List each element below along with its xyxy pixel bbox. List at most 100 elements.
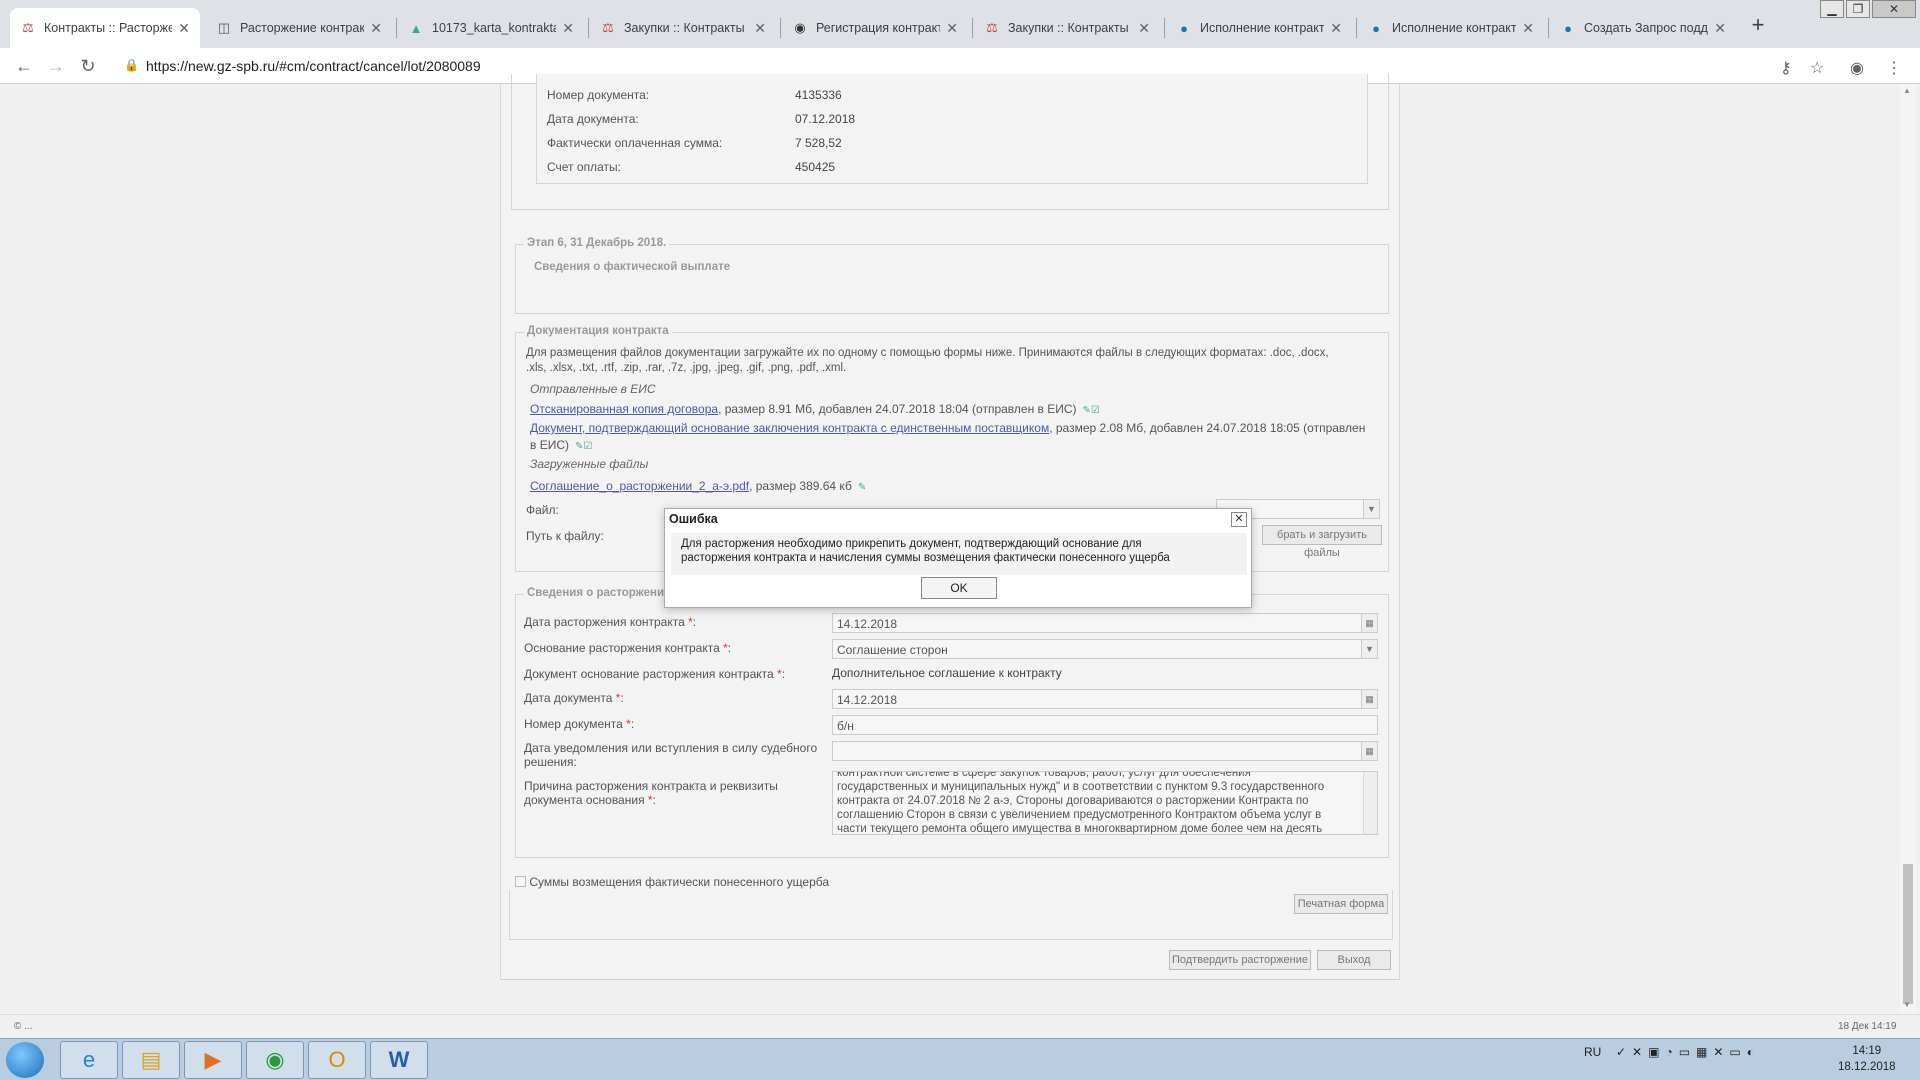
- close-icon[interactable]: ✕: [946, 20, 958, 37]
- payment-account-value: 450425: [795, 160, 836, 174]
- tab-contract-execution-2[interactable]: ● Исполнение контракта ✕: [1358, 8, 1544, 48]
- tab-zakupki-contracts-1[interactable]: ⚖ Закупки :: Контракты н ✕: [590, 8, 776, 48]
- textarea-scrollbar[interactable]: [1363, 772, 1377, 834]
- system-clock[interactable]: 14:19 18.12.2018: [1838, 1043, 1896, 1075]
- dialog-ok-button[interactable]: OK: [921, 577, 997, 599]
- exit-button[interactable]: Выход: [1317, 950, 1391, 970]
- tray-icons[interactable]: ✓✕▣◔▭▦✕▭◐: [1616, 1045, 1760, 1059]
- close-icon[interactable]: ✕: [562, 20, 574, 37]
- termination-date-input[interactable]: 14.12.2018 ▦: [832, 613, 1378, 633]
- damages-checkbox[interactable]: [515, 876, 526, 888]
- drive-icon: ▲: [409, 20, 423, 36]
- profile-icon[interactable]: ◉: [1850, 58, 1864, 78]
- termination-basis-select[interactable]: Соглашение сторон ▼: [832, 639, 1378, 659]
- tab-cancel-contract[interactable]: ◫ Расторжение контракт ✕: [206, 8, 392, 48]
- close-icon[interactable]: ✕: [178, 20, 190, 37]
- tab-contract-registration[interactable]: ◉ Регистрация контракта ✕: [782, 8, 968, 48]
- notice-date-label-cont: решения:: [524, 755, 577, 769]
- reason-textarea[interactable]: контрактной системе в сфере закупок това…: [832, 771, 1378, 835]
- stage6-subheading: Сведения о фактической выплате: [534, 261, 731, 273]
- scroll-up-icon[interactable]: ▲: [1903, 86, 1911, 95]
- docs-legend: Документация контракта: [524, 325, 672, 337]
- payment-doc-date-label: Дата документа:: [547, 112, 639, 126]
- tab-zakupki-contracts-2[interactable]: ⚖ Закупки :: Контракты н ✕: [974, 8, 1160, 48]
- scroll-down-icon[interactable]: ▼: [1903, 1000, 1911, 1009]
- close-icon[interactable]: ✕: [370, 20, 382, 37]
- minimize-button[interactable]: ▁: [1820, 0, 1844, 18]
- status-datetime: 18 Дек 14:19: [1838, 1021, 1897, 1032]
- notice-date-label: Дата уведомления или вступления в силу с…: [524, 741, 818, 755]
- uploaded-file-link[interactable]: Соглашение_о_расторжении_2_а-э.pdf: [530, 479, 749, 493]
- sent-file-2-link[interactable]: Документ, подтверждающий основание заклю…: [530, 421, 1049, 435]
- sent-file-1: Отсканированная копия договора, размер 8…: [530, 402, 1100, 416]
- termination-date-label: Дата расторжения контракта *:: [524, 615, 697, 629]
- uploaded-files-heading: Загруженные файлы: [530, 457, 649, 471]
- menu-icon[interactable]: ⋮: [1886, 58, 1902, 78]
- tab-contract-execution-1[interactable]: ● Исполнение контракта ✕: [1166, 8, 1352, 48]
- docs-instructions-line2: .xls, .xlsx, .txt, .rtf, .zip, .rar, .7z…: [526, 362, 847, 374]
- payment-doc-number-value: 4135336: [795, 88, 842, 102]
- print-form-button[interactable]: Печатная форма: [1294, 894, 1388, 914]
- start-button[interactable]: [6, 1042, 44, 1078]
- file-label: Файл:: [526, 503, 559, 517]
- doc-icon: ◫: [217, 20, 231, 35]
- calendar-icon[interactable]: ▦: [1361, 742, 1377, 760]
- error-dialog: Ошибка ✕ Для расторжения необходимо прик…: [664, 508, 1252, 608]
- document-date-input[interactable]: 14.12.2018 ▦: [832, 689, 1378, 709]
- gz-icon: ⚖: [602, 20, 614, 35]
- print-section: Печатная форма: [509, 890, 1393, 940]
- upload-files-button[interactable]: брать и загрузить файлы: [1262, 525, 1382, 559]
- sent-file-2-cont: в ЕИС) ✎☑: [530, 438, 592, 452]
- reload-button[interactable]: ↻: [76, 54, 100, 78]
- payment-doc-date-value: 07.12.2018: [795, 112, 856, 126]
- scroll-thumb[interactable]: [1903, 864, 1913, 1004]
- key-icon[interactable]: ⚷: [1780, 58, 1792, 78]
- tab-karta-kontrakta[interactable]: ▲ 10173_karta_kontrakta_ ✕: [398, 8, 584, 48]
- document-number-input[interactable]: б/н: [832, 715, 1378, 735]
- notice-date-input[interactable]: ▦: [832, 741, 1378, 761]
- url-text[interactable]: https://new.gz-spb.ru/#cm/contract/cance…: [146, 58, 481, 74]
- stage6-legend: Этап 6, 31 Декабрь 2018.: [524, 237, 670, 249]
- forward-button[interactable]: →: [44, 54, 68, 78]
- window-close-button[interactable]: ✕: [1872, 0, 1916, 18]
- tab-support-request[interactable]: ● Создать Запрос подде ✕: [1550, 8, 1736, 48]
- windows-taskbar: e ▤ ▶ ◉ O W RU ✓✕▣◔▭▦✕▭◐ 14:19 18.12.201…: [0, 1038, 1920, 1080]
- page-scrollbar[interactable]: ▲ ▼: [1900, 84, 1916, 1014]
- sent-file-1-link[interactable]: Отсканированная копия договора: [530, 402, 718, 416]
- stage6-fieldset: Этап 6, 31 Декабрь 2018. Сведения о факт…: [515, 237, 1389, 314]
- close-icon[interactable]: ✕: [1138, 20, 1150, 37]
- zakupki-icon: ●: [1180, 20, 1188, 36]
- word-icon[interactable]: W: [370, 1041, 428, 1079]
- new-tab-button[interactable]: +: [1746, 14, 1770, 36]
- ie-icon[interactable]: e: [60, 1041, 118, 1079]
- close-icon[interactable]: ✕: [1714, 20, 1726, 37]
- document-number-label: Номер документа *:: [524, 717, 635, 731]
- back-button[interactable]: ←: [12, 54, 36, 78]
- close-icon[interactable]: ✕: [1522, 20, 1534, 37]
- damages-checkbox-label: Суммы возмещения фактически понесенного …: [529, 874, 830, 889]
- media-player-icon[interactable]: ▶: [184, 1041, 242, 1079]
- gz-icon: ⚖: [986, 20, 998, 35]
- status-bar: © ... 18 Дек 14:19: [0, 1014, 1920, 1038]
- file-path-label: Путь к файлу:: [526, 529, 604, 543]
- confirm-termination-button[interactable]: Подтвердить расторжение: [1169, 950, 1311, 970]
- close-icon[interactable]: ✕: [754, 20, 766, 37]
- dialog-close-icon[interactable]: ✕: [1231, 512, 1247, 527]
- termination-basis-label: Основание расторжения контракта *:: [524, 641, 732, 655]
- chrome-icon[interactable]: ◉: [246, 1041, 304, 1079]
- damages-checkbox-row: Суммы возмещения фактически понесенного …: [515, 874, 829, 889]
- outlook-icon[interactable]: O: [308, 1041, 366, 1079]
- payment-account-label: Счет оплаты:: [547, 160, 621, 174]
- language-indicator[interactable]: RU: [1584, 1045, 1601, 1059]
- calendar-icon[interactable]: ▦: [1361, 690, 1377, 708]
- signature-icon: ✎☑: [575, 441, 593, 452]
- uploaded-file-meta: , размер 389.64 кб: [749, 479, 852, 493]
- calendar-icon[interactable]: ▦: [1361, 614, 1377, 632]
- lock-icon: 🔒: [124, 58, 139, 72]
- tab-contracts-cancel[interactable]: ⚖ Контракты :: Расторже ✕: [10, 8, 200, 48]
- maximize-button[interactable]: ❐: [1846, 0, 1870, 18]
- explorer-icon[interactable]: ▤: [122, 1041, 180, 1079]
- close-icon[interactable]: ✕: [1330, 20, 1342, 37]
- star-icon[interactable]: ☆: [1810, 58, 1824, 78]
- chevron-down-icon: ▼: [1363, 500, 1379, 518]
